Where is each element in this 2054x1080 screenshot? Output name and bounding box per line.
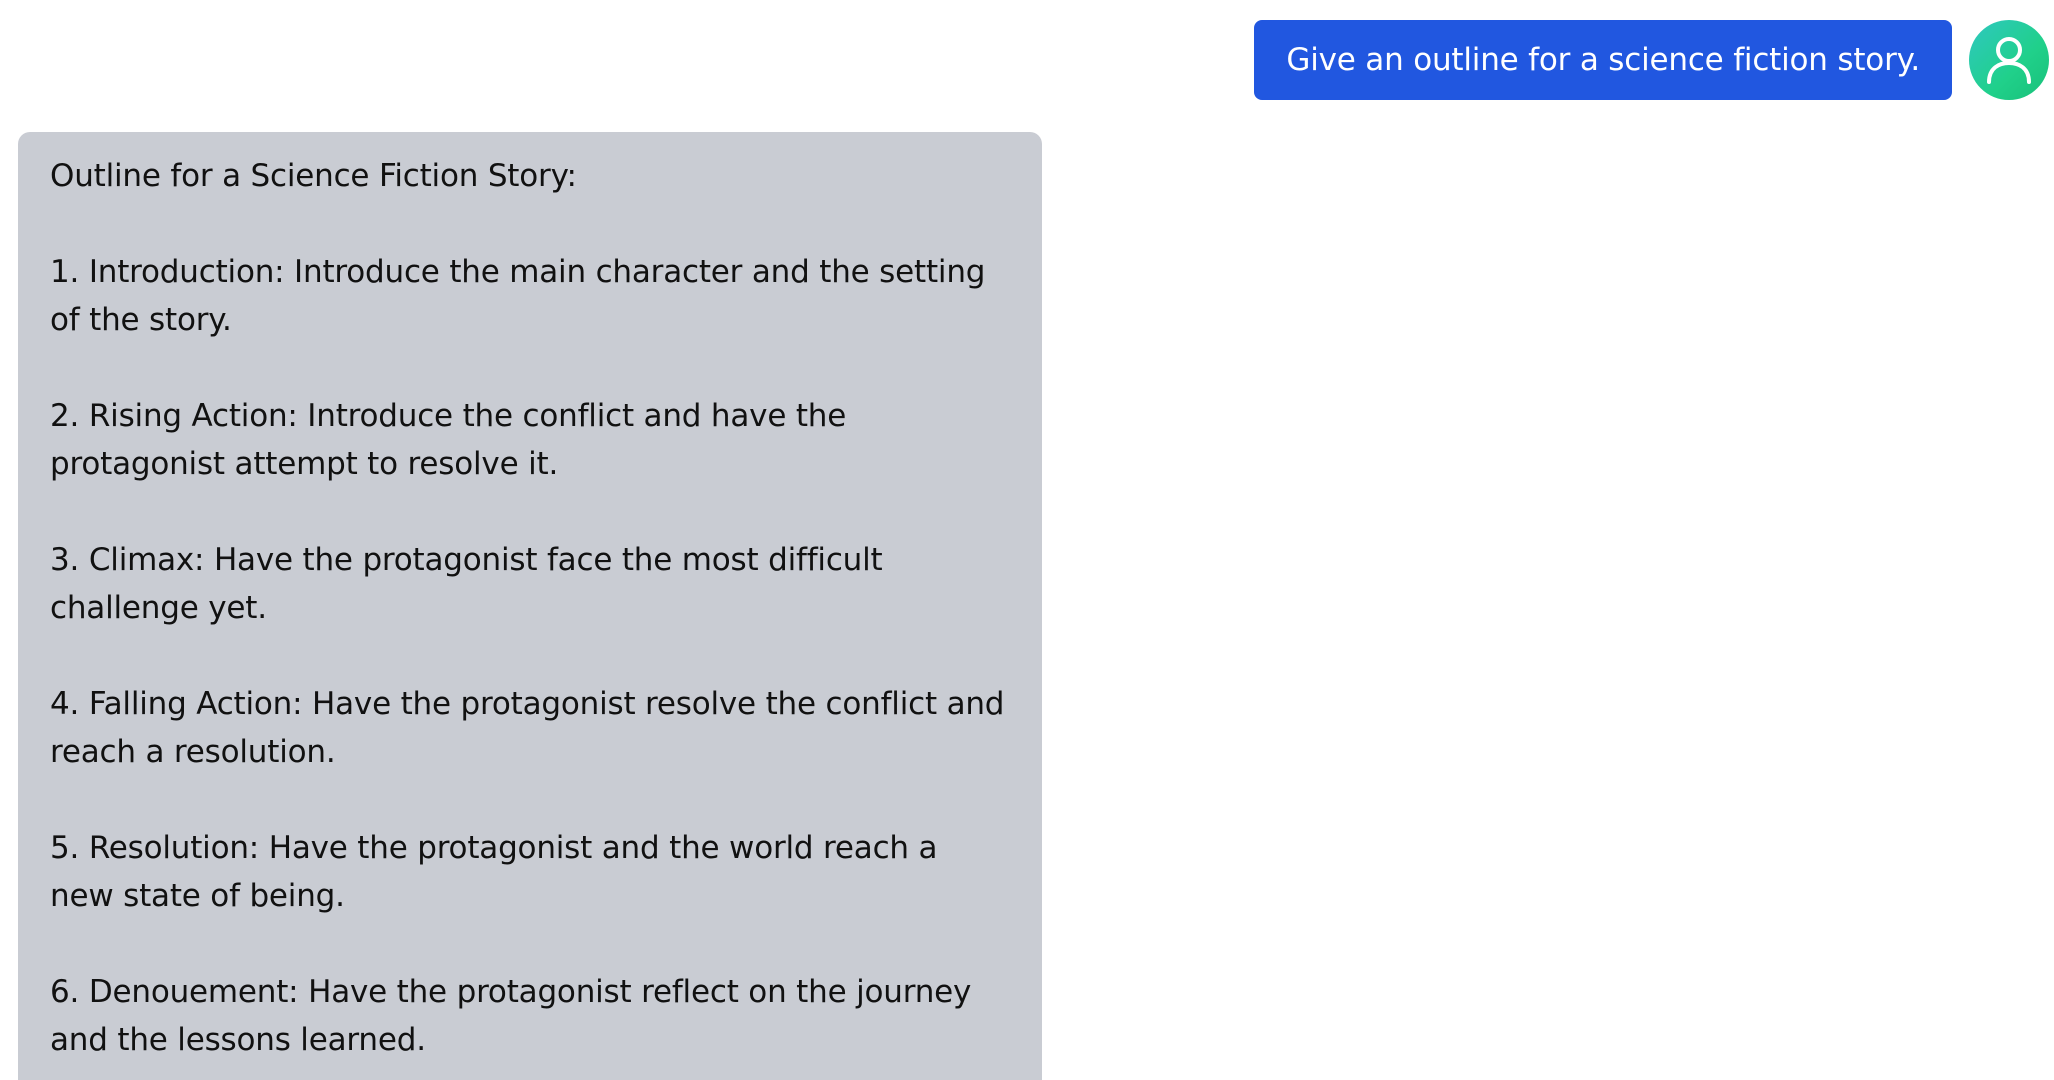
chat-area: Give an outline for a science fiction st… <box>0 0 2054 1080</box>
outline-item: 6. Denouement: Have the protagonist refl… <box>50 974 972 1058</box>
user-avatar[interactable] <box>1969 20 2049 100</box>
user-message-row: Give an outline for a science fiction st… <box>0 20 2054 102</box>
outline-item: 3. Climax: Have the protagonist face the… <box>50 542 883 626</box>
user-icon <box>1987 37 2031 84</box>
assistant-message-heading: Outline for a Science Fiction Story: <box>50 158 577 194</box>
outline-item: 1. Introduction: Introduce the main char… <box>50 254 986 338</box>
user-message-bubble: Give an outline for a science fiction st… <box>1254 20 1952 100</box>
outline-item: 2. Rising Action: Introduce the conflict… <box>50 398 847 482</box>
user-message-text: Give an outline for a science fiction st… <box>1286 42 1920 78</box>
outline-item: 5. Resolution: Have the protagonist and … <box>50 830 938 914</box>
assistant-message-bubble: Outline for a Science Fiction Story: 1. … <box>18 132 1042 1080</box>
outline-item: 4. Falling Action: Have the protagonist … <box>50 686 1005 770</box>
